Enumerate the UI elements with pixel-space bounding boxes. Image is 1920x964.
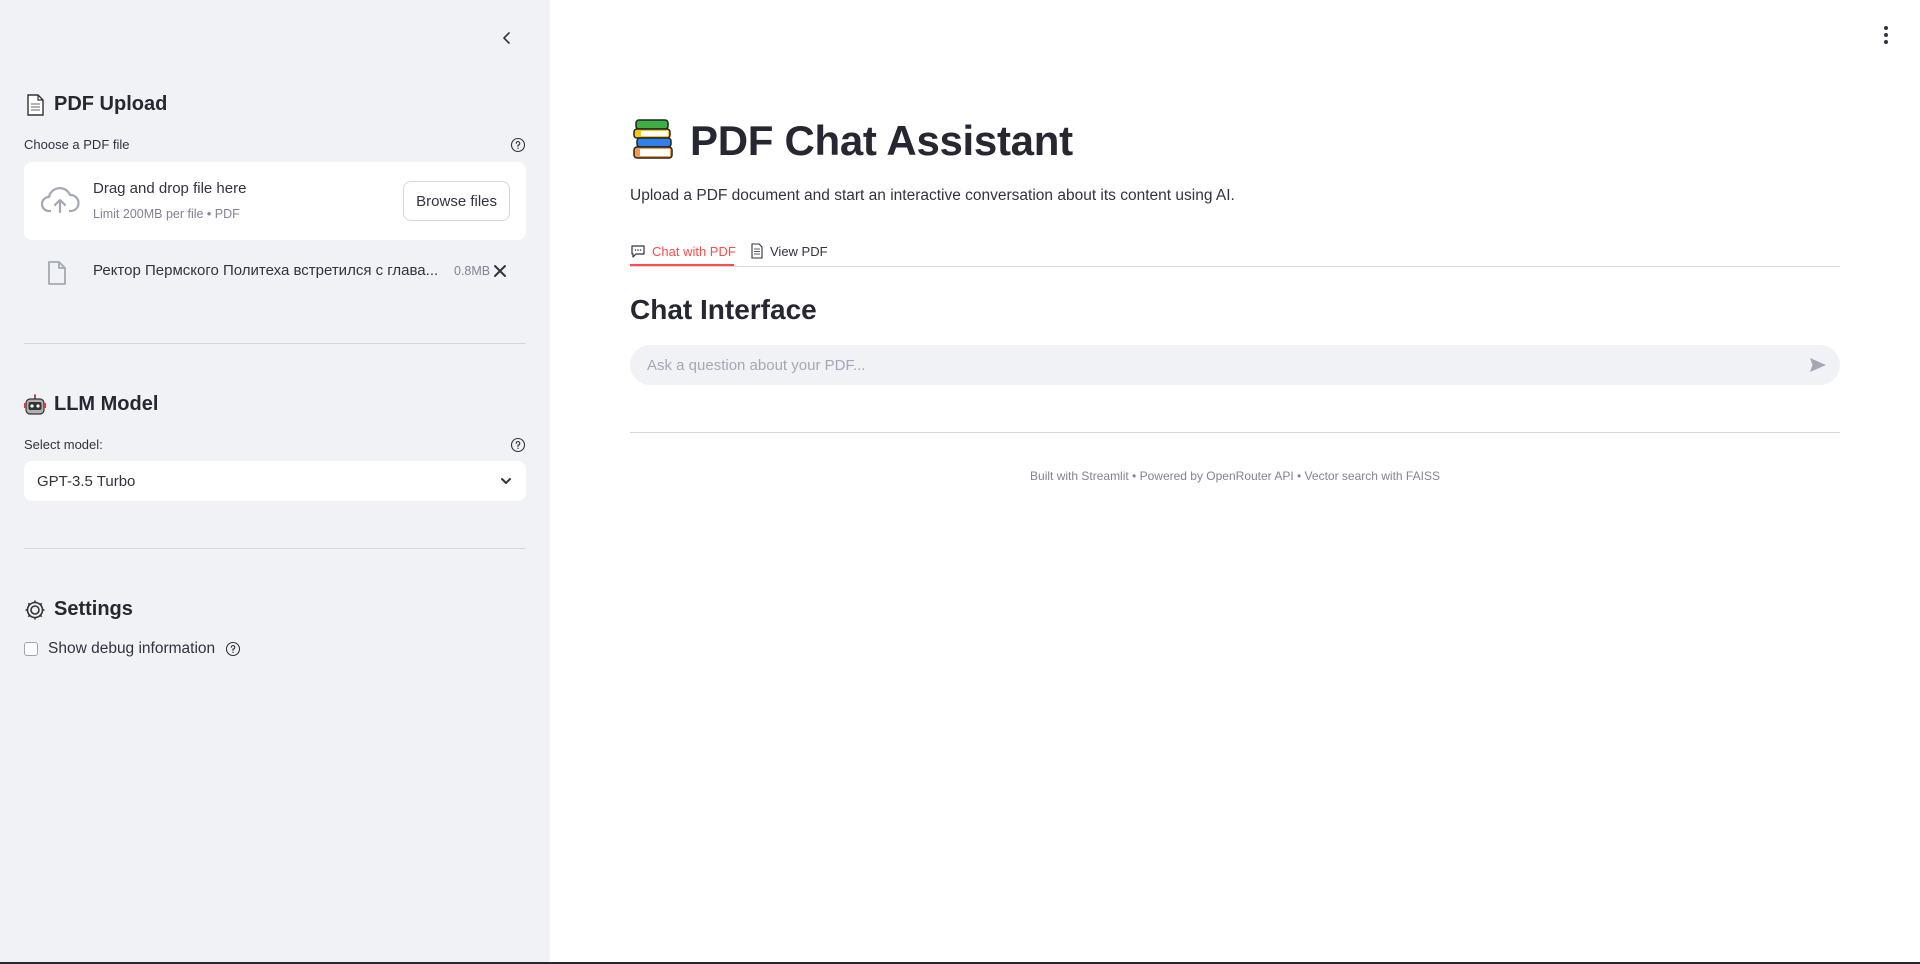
document-icon — [751, 243, 763, 259]
main-content: PDF Chat Assistant Upload a PDF document… — [550, 0, 1920, 964]
chat-icon — [631, 245, 645, 258]
settings-heading: Settings — [24, 598, 133, 621]
page-title-text: PDF Chat Assistant — [690, 117, 1073, 164]
pdf-upload-heading-text: PDF Upload — [54, 93, 168, 115]
tab-view-label: View PDF — [770, 243, 828, 259]
pdf-upload-heading: PDF Upload — [24, 93, 167, 116]
file-icon — [48, 261, 66, 285]
dropzone-instructions: Drag and drop file here — [93, 180, 247, 197]
model-select-value: GPT-3.5 Turbo — [37, 472, 136, 490]
sidebar-divider — [24, 548, 526, 549]
uploaded-file-name: Ректор Пермского Политеха встретился с г… — [93, 262, 439, 279]
browse-files-button[interactable]: Browse files — [403, 181, 510, 221]
help-icon[interactable] — [225, 641, 241, 657]
chat-input[interactable] — [630, 345, 1814, 385]
uploaded-file-row: Ректор Пермского Политеха встретился с г… — [24, 256, 526, 286]
debug-checkbox[interactable] — [24, 642, 38, 656]
chat-input-container — [630, 345, 1840, 385]
debug-checkbox-row: Show debug information — [24, 640, 241, 658]
tab-view-pdf[interactable]: View PDF — [750, 237, 828, 265]
select-model-label: Select model: — [24, 437, 103, 452]
llm-model-heading-text: LLM Model — [54, 393, 159, 415]
sidebar-divider — [24, 343, 526, 344]
page-subtitle: Upload a PDF document and start an inter… — [630, 187, 1235, 204]
main-menu-button[interactable] — [1876, 24, 1896, 46]
gear-icon — [25, 600, 45, 619]
footer-divider — [630, 432, 1840, 433]
footer-text: Built with Streamlit • Powered by OpenRo… — [1030, 469, 1440, 483]
choose-pdf-label: Choose a PDF file — [24, 137, 130, 152]
dropzone-limit: Limit 200MB per file • PDF — [93, 207, 240, 221]
tab-chat-label: Chat with PDF — [652, 243, 736, 259]
file-dropzone[interactable]: Drag and drop file here Limit 200MB per … — [24, 162, 526, 240]
tab-bar: Chat with PDF View PDF — [630, 232, 1840, 267]
page-title: PDF Chat Assistant — [630, 117, 1073, 165]
uploaded-file-size: 0.8MB — [454, 264, 491, 278]
settings-heading-text: Settings — [54, 598, 133, 620]
books-icon — [633, 119, 673, 159]
cloud-upload-icon — [40, 187, 80, 214]
chat-interface-heading: Chat Interface — [630, 294, 817, 325]
model-select[interactable]: GPT-3.5 Turbo — [24, 461, 526, 501]
robot-icon — [24, 393, 46, 415]
sidebar: PDF Upload Choose a PDF file Drag and dr… — [0, 0, 550, 964]
llm-model-heading: LLM Model — [24, 393, 158, 416]
page-icon — [27, 93, 44, 116]
chevron-left-icon — [503, 32, 510, 44]
tab-chat-with-pdf[interactable]: Chat with PDF — [630, 237, 736, 265]
help-icon[interactable] — [510, 437, 526, 453]
help-icon[interactable] — [510, 137, 526, 153]
collapse-sidebar-button[interactable] — [495, 26, 519, 50]
remove-file-icon[interactable] — [491, 262, 509, 280]
chevron-down-icon — [501, 478, 511, 484]
active-tab-indicator — [630, 264, 734, 266]
debug-checkbox-label[interactable]: Show debug information — [48, 640, 215, 658]
send-icon[interactable] — [1808, 355, 1828, 375]
